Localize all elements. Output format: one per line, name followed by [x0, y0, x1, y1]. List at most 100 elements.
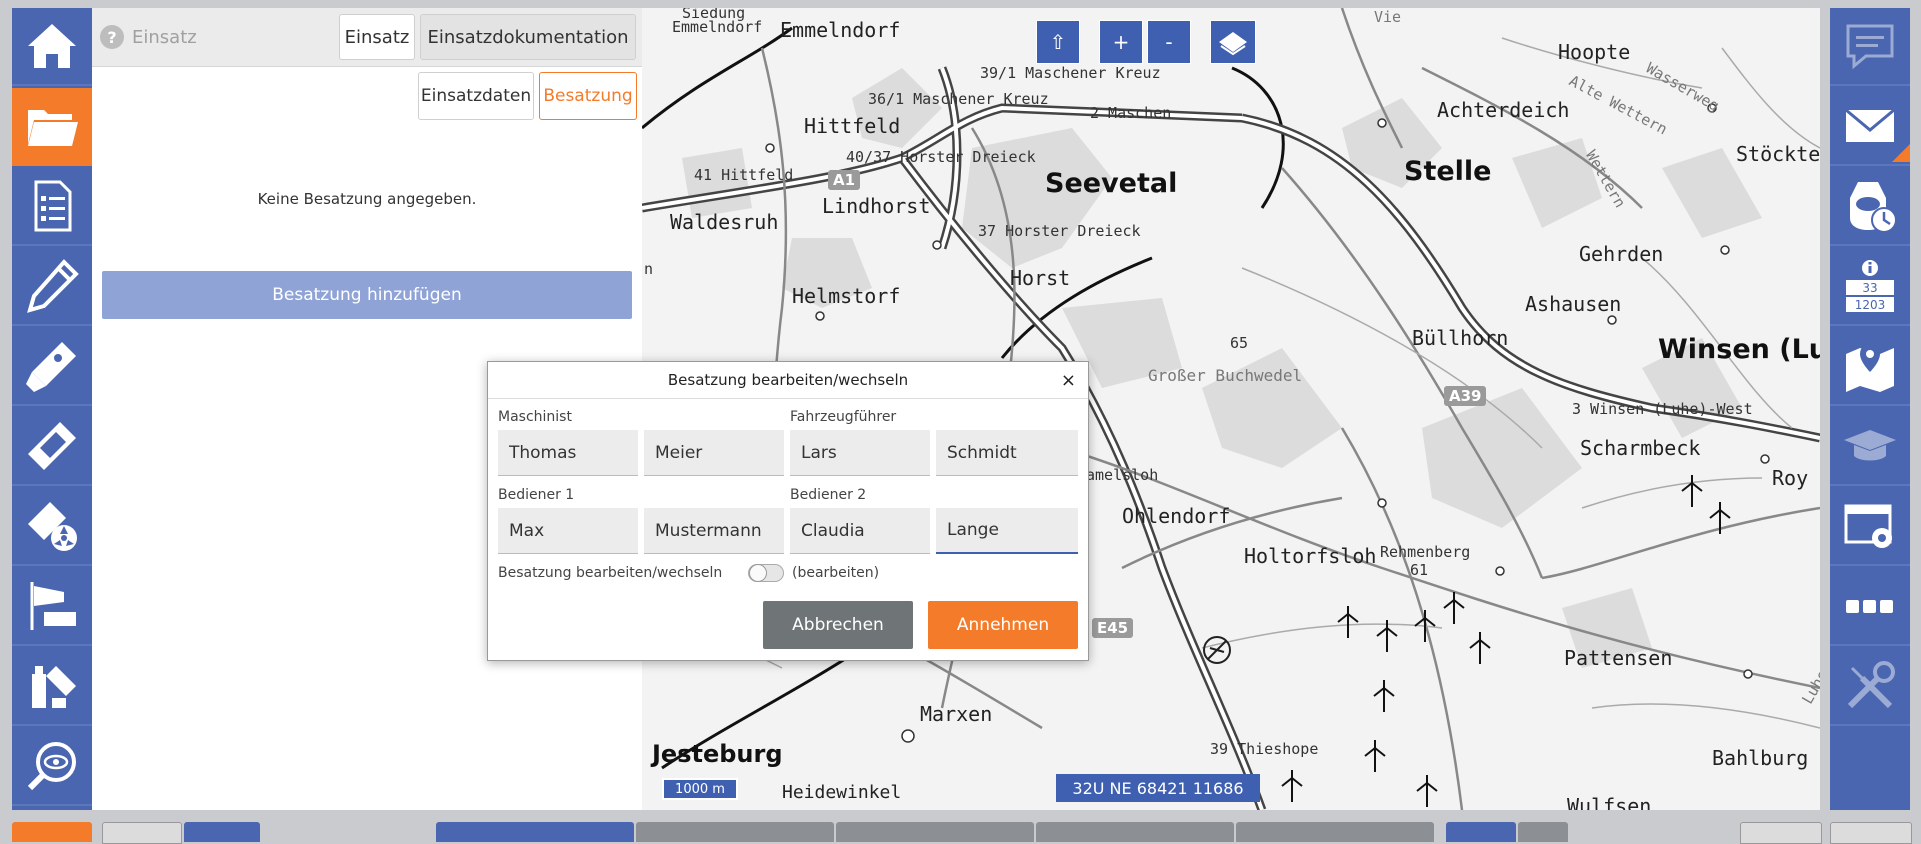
- map-pin-button[interactable]: [1830, 328, 1910, 406]
- maschinist-last-name-input[interactable]: [644, 430, 784, 476]
- tools-button[interactable]: [1830, 648, 1910, 726]
- fahrzeugfuehrer-last-name-input[interactable]: [936, 430, 1078, 476]
- place-rehmenberg: Rehmenberg: [1380, 543, 1471, 561]
- chemicals-icon: [32, 666, 76, 708]
- checklist-button[interactable]: [12, 168, 92, 246]
- more-icon: [1846, 600, 1893, 613]
- label-bediener-1: Bediener 1: [498, 487, 575, 503]
- place-bahlburg: Bahlburg: [1712, 746, 1809, 770]
- place-holtorfsloh: Holtorfsloh: [1244, 544, 1377, 568]
- place-jesteburg: Jesteburg: [652, 740, 783, 768]
- bottom-panel-button[interactable]: [1830, 822, 1912, 844]
- label-fahrzeugfuehrer: Fahrzeugführer: [790, 409, 897, 425]
- pen-button[interactable]: [12, 248, 92, 326]
- place-winsen: Winsen (Luhe): [1658, 334, 1820, 365]
- junction-horster-dreieck-4037: 40/37 Horster Dreieck: [846, 148, 1036, 166]
- bediener2-first-name-input[interactable]: [790, 508, 930, 554]
- junction-horster-dreieck-37: 37 Horster Dreieck: [978, 222, 1141, 240]
- map-north-button[interactable]: ⇧: [1036, 20, 1080, 64]
- map-layers-button[interactable]: [1210, 20, 1256, 64]
- graduation-cap-icon: [1844, 430, 1896, 461]
- help-icon[interactable]: ?: [100, 25, 124, 49]
- bottom-tab-5[interactable]: [1236, 822, 1434, 842]
- bediener2-last-name-input[interactable]: [936, 508, 1078, 554]
- place-rehmenberg-height: 61: [1410, 561, 1429, 579]
- junction-thieshope: 39 Thieshope: [1210, 740, 1319, 758]
- folder-icon: [28, 110, 78, 146]
- place-achterdeich: Achterdeich: [1437, 98, 1570, 122]
- fahrzeugfuehrer-first-name-input[interactable]: [790, 430, 930, 476]
- chat-button[interactable]: [1830, 8, 1910, 86]
- place-horst: Horst: [1010, 266, 1071, 290]
- respirator-timer-button[interactable]: [1830, 168, 1910, 246]
- right-sidebar: 33 1203: [1830, 8, 1910, 810]
- measuring-device-button[interactable]: [12, 408, 92, 486]
- place-hoopte: Hoopte: [1558, 40, 1631, 64]
- shield-a39: A39: [1444, 386, 1487, 406]
- junction-maschener-kreuz-391: 39/1 Maschener Kreuz: [980, 64, 1161, 82]
- bottom-tab-1[interactable]: [436, 822, 634, 842]
- place-seevetal: Seevetal: [1045, 168, 1178, 199]
- bottom-camera-button[interactable]: [1740, 822, 1822, 844]
- subtab-einsatzdaten[interactable]: Einsatzdaten: [418, 72, 534, 120]
- cancel-button[interactable]: Abbrechen: [763, 601, 913, 649]
- place-vie: Vie: [1374, 8, 1402, 26]
- place-gehrden: Gehrden: [1579, 242, 1664, 266]
- bediener1-last-name-input[interactable]: [644, 508, 784, 554]
- place-marxen: Marxen: [920, 702, 993, 726]
- place-pattensen: Pattensen: [1564, 646, 1673, 670]
- maschinist-first-name-input[interactable]: [498, 430, 638, 476]
- gas-detector-button[interactable]: [12, 328, 92, 406]
- map-zoom-in-button[interactable]: +: [1099, 20, 1143, 64]
- training-button[interactable]: [1830, 408, 1910, 486]
- more-button[interactable]: [1830, 568, 1910, 646]
- add-besatzung-button[interactable]: Besatzung hinzufügen: [102, 271, 632, 319]
- bottom-tab-4[interactable]: [1036, 822, 1234, 842]
- edit-toggle[interactable]: [748, 564, 784, 582]
- bottom-tab-2[interactable]: [636, 822, 834, 842]
- tab-einsatz[interactable]: Einsatz: [339, 14, 415, 60]
- map-zoom-out-button[interactable]: -: [1147, 20, 1191, 64]
- respirator-timer-icon: [1850, 182, 1897, 233]
- height-65: 65: [1230, 334, 1249, 352]
- place-heidewinkel: Heidewinkel: [782, 782, 902, 803]
- bottom-extra-button[interactable]: [1518, 822, 1568, 842]
- junction-maschen: 2 Maschen: [1090, 104, 1172, 122]
- bottom-layer-button[interactable]: [1446, 822, 1516, 842]
- panel-header: ? Einsatz Einsatz Einsatzdokumentation: [92, 8, 642, 67]
- chemicals-button[interactable]: [12, 648, 92, 726]
- bottom-shrink-button[interactable]: [184, 822, 260, 842]
- radiation-meter-button[interactable]: [12, 488, 92, 566]
- measuring-device-icon: [28, 422, 76, 470]
- notification-corner: [1892, 144, 1910, 162]
- tab-einsatzdokumentation[interactable]: Einsatzdokumentation: [420, 14, 636, 60]
- hazard-code-top: 33: [1862, 281, 1877, 295]
- panel-title-text: Einsatz: [132, 26, 197, 48]
- place-stelle: Stelle: [1404, 156, 1492, 187]
- place-emmelndorf-top: Emmelndorf: [672, 18, 763, 36]
- subtab-besatzung[interactable]: Besatzung: [539, 72, 637, 120]
- besatzung-dialog: Besatzung bearbeiten/wechseln × Maschini…: [487, 361, 1089, 661]
- folder-button[interactable]: [12, 88, 92, 166]
- gas-detector-icon: [26, 342, 76, 392]
- mail-icon: [1845, 108, 1895, 142]
- place-waldesruh: Waldesruh: [670, 210, 779, 234]
- map-coordinates: 32U NE 68421 11686: [1056, 774, 1260, 802]
- search-eye-button[interactable]: [12, 728, 92, 806]
- home-button[interactable]: [12, 8, 92, 86]
- hazard-code-bottom: 1203: [1855, 298, 1886, 312]
- place-lindhorst: Lindhorst: [822, 194, 931, 218]
- place-ashausen: Ashausen: [1525, 292, 1622, 316]
- mail-button[interactable]: [1830, 88, 1910, 166]
- bediener1-first-name-input[interactable]: [498, 508, 638, 554]
- accept-button[interactable]: Annehmen: [928, 601, 1078, 649]
- hazard-info-button[interactable]: 33 1203: [1830, 248, 1910, 326]
- layers-icon: [1219, 32, 1247, 56]
- settings-button[interactable]: [1830, 488, 1910, 566]
- windsock-button[interactable]: [12, 568, 92, 646]
- dialog-close-icon[interactable]: ×: [1061, 370, 1076, 391]
- bottom-tab-3[interactable]: [836, 822, 1034, 842]
- bottom-window-button[interactable]: [102, 822, 182, 844]
- panel-title: ? Einsatz: [100, 25, 197, 49]
- bottom-accent-button[interactable]: [12, 822, 92, 842]
